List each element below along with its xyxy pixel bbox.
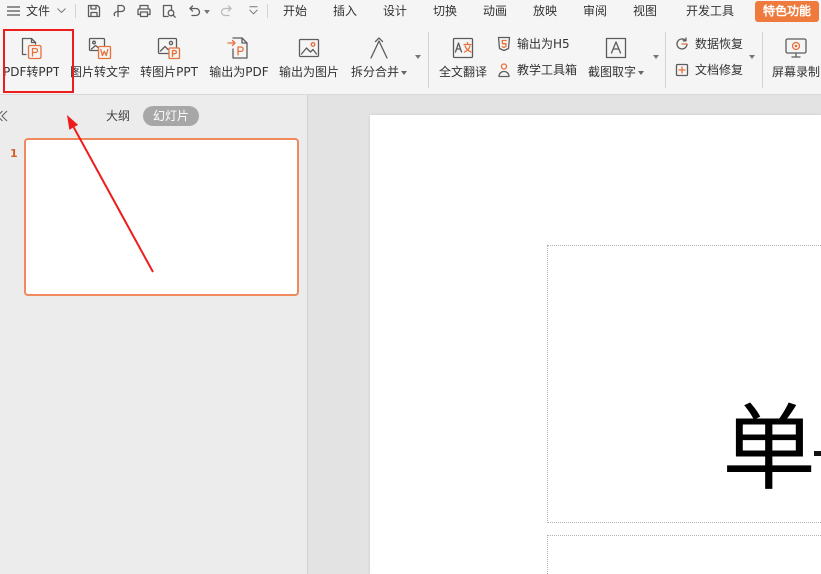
undo-dropdown-icon[interactable] bbox=[204, 10, 210, 14]
group-more-icon[interactable] bbox=[653, 55, 659, 59]
slide-canvas[interactable]: 单 bbox=[370, 115, 821, 574]
screenshot-ocr-label: 截图取字 bbox=[585, 65, 647, 79]
document-repair-button[interactable]: 文档修复 bbox=[674, 62, 746, 78]
chevron-down-icon bbox=[401, 70, 407, 75]
print-icon bbox=[137, 4, 151, 18]
divider bbox=[267, 4, 268, 18]
image-to-text-label: 图片转文字 bbox=[69, 65, 130, 79]
screen-record-icon bbox=[785, 38, 807, 58]
split-merge-label: 拆分合并 bbox=[348, 65, 410, 79]
tab-home[interactable]: 开始 bbox=[283, 3, 307, 19]
redo-icon bbox=[220, 5, 232, 17]
screen-record-label: 屏幕录制 bbox=[771, 65, 820, 79]
teaching-toolbox-label: 教学工具箱 bbox=[517, 63, 578, 77]
screenshot-ocr-button[interactable]: 截图取字 bbox=[585, 30, 647, 88]
print-button[interactable] bbox=[136, 3, 152, 19]
customize-toolbar-icon[interactable] bbox=[249, 6, 258, 15]
tab-animation[interactable]: 动画 bbox=[483, 3, 507, 19]
export-pdf-quick-button[interactable] bbox=[111, 3, 127, 19]
export-image-icon bbox=[298, 38, 320, 58]
group-more-icon[interactable] bbox=[749, 55, 755, 59]
screenshot-ocr-icon bbox=[605, 37, 627, 59]
teaching-toolbox-button[interactable]: 教学工具箱 bbox=[496, 62, 580, 78]
collapse-panel-icon[interactable] bbox=[0, 110, 8, 122]
translate-label: 全文翻译 bbox=[438, 65, 487, 79]
screen-record-button[interactable]: 屏幕录制 bbox=[771, 30, 821, 88]
tab-transitions[interactable]: 切换 bbox=[433, 3, 457, 19]
divider bbox=[75, 4, 76, 18]
redo-button[interactable] bbox=[219, 3, 235, 19]
export-pdf-label: 输出为PDF bbox=[209, 65, 269, 79]
title-text: 单 bbox=[722, 395, 817, 504]
slide-number: 1 bbox=[10, 147, 18, 160]
print-preview-icon bbox=[162, 4, 176, 18]
tab-special-features[interactable]: 特色功能 bbox=[755, 1, 819, 22]
tab-slides[interactable]: 幻灯片 bbox=[143, 106, 199, 126]
ribbon-divider bbox=[762, 32, 763, 88]
image-to-text-button[interactable]: 图片转文字 bbox=[68, 30, 132, 88]
group-more-icon[interactable] bbox=[415, 55, 421, 59]
print-preview-button[interactable] bbox=[161, 3, 177, 19]
chevron-down-icon bbox=[638, 70, 644, 75]
image-ppt-button[interactable]: 转图片PPT bbox=[139, 30, 199, 88]
image-ppt-icon bbox=[157, 37, 181, 60]
subtitle-placeholder[interactable] bbox=[547, 535, 821, 574]
save-button[interactable] bbox=[86, 3, 102, 19]
image-ppt-label: 转图片PPT bbox=[140, 65, 198, 79]
export-h5-icon bbox=[497, 36, 511, 52]
translate-icon bbox=[452, 37, 474, 59]
tab-outline[interactable]: 大纲 bbox=[106, 106, 130, 126]
split-merge-icon bbox=[370, 37, 388, 59]
file-menu[interactable]: 文件 bbox=[26, 3, 50, 19]
tab-review[interactable]: 审阅 bbox=[583, 3, 607, 19]
image-to-text-icon bbox=[88, 37, 112, 60]
slide-panel: 大纲 幻灯片 1 bbox=[0, 95, 307, 574]
clipped-glyph-fragment bbox=[814, 451, 821, 456]
undo-button[interactable] bbox=[186, 3, 202, 19]
translate-button[interactable]: 全文翻译 bbox=[437, 30, 489, 88]
tab-slideshow[interactable]: 放映 bbox=[533, 3, 557, 19]
slide-thumbnail[interactable] bbox=[24, 138, 299, 296]
document-repair-icon bbox=[675, 63, 689, 77]
export-image-button[interactable]: 输出为图片 bbox=[277, 30, 341, 88]
data-recovery-icon bbox=[676, 37, 688, 50]
wps-presentation-window: 文件 开始 插入 设计 切换 动画 放映 审阅 视图 开发工具 特色功能 PDF… bbox=[0, 0, 821, 574]
pdf-to-ppt-label: PDF转PPT bbox=[3, 65, 59, 79]
pdf-to-ppt-button[interactable]: PDF转PPT bbox=[3, 30, 59, 88]
export-pdf-button[interactable]: 输出为PDF bbox=[208, 30, 270, 88]
tab-insert[interactable]: 插入 bbox=[333, 3, 357, 19]
ribbon-divider bbox=[428, 32, 429, 88]
header: 文件 开始 插入 设计 切换 动画 放映 审阅 视图 开发工具 特色功能 PDF… bbox=[0, 0, 821, 95]
hamburger-menu-icon[interactable] bbox=[7, 6, 20, 16]
screenshot-ocr-label-text: 截图取字 bbox=[587, 65, 636, 79]
export-h5-label: 输出为H5 bbox=[517, 37, 570, 51]
tab-view[interactable]: 视图 bbox=[633, 3, 657, 19]
title-placeholder[interactable]: 单 bbox=[547, 245, 821, 523]
document-repair-label: 文档修复 bbox=[695, 63, 744, 77]
teaching-toolbox-icon bbox=[498, 63, 510, 78]
export-image-label: 输出为图片 bbox=[278, 65, 339, 79]
save-icon bbox=[87, 4, 101, 18]
export-pdf-icon bbox=[227, 37, 248, 59]
data-recovery-button[interactable]: 数据恢复 bbox=[674, 36, 746, 52]
pdf-to-ppt-icon bbox=[21, 37, 42, 60]
ribbon-divider bbox=[665, 32, 666, 88]
undo-icon bbox=[189, 5, 201, 17]
tab-developer-tools[interactable]: 开发工具 bbox=[686, 3, 734, 19]
export-h5-button[interactable]: 输出为H5 bbox=[496, 36, 576, 52]
split-merge-button[interactable]: 拆分合并 bbox=[348, 30, 410, 88]
split-merge-label-text: 拆分合并 bbox=[350, 65, 399, 79]
chevron-down-icon[interactable] bbox=[57, 8, 66, 13]
export-pdf-quick-icon bbox=[113, 4, 126, 18]
data-recovery-label: 数据恢复 bbox=[695, 37, 744, 51]
tab-design[interactable]: 设计 bbox=[383, 3, 407, 19]
